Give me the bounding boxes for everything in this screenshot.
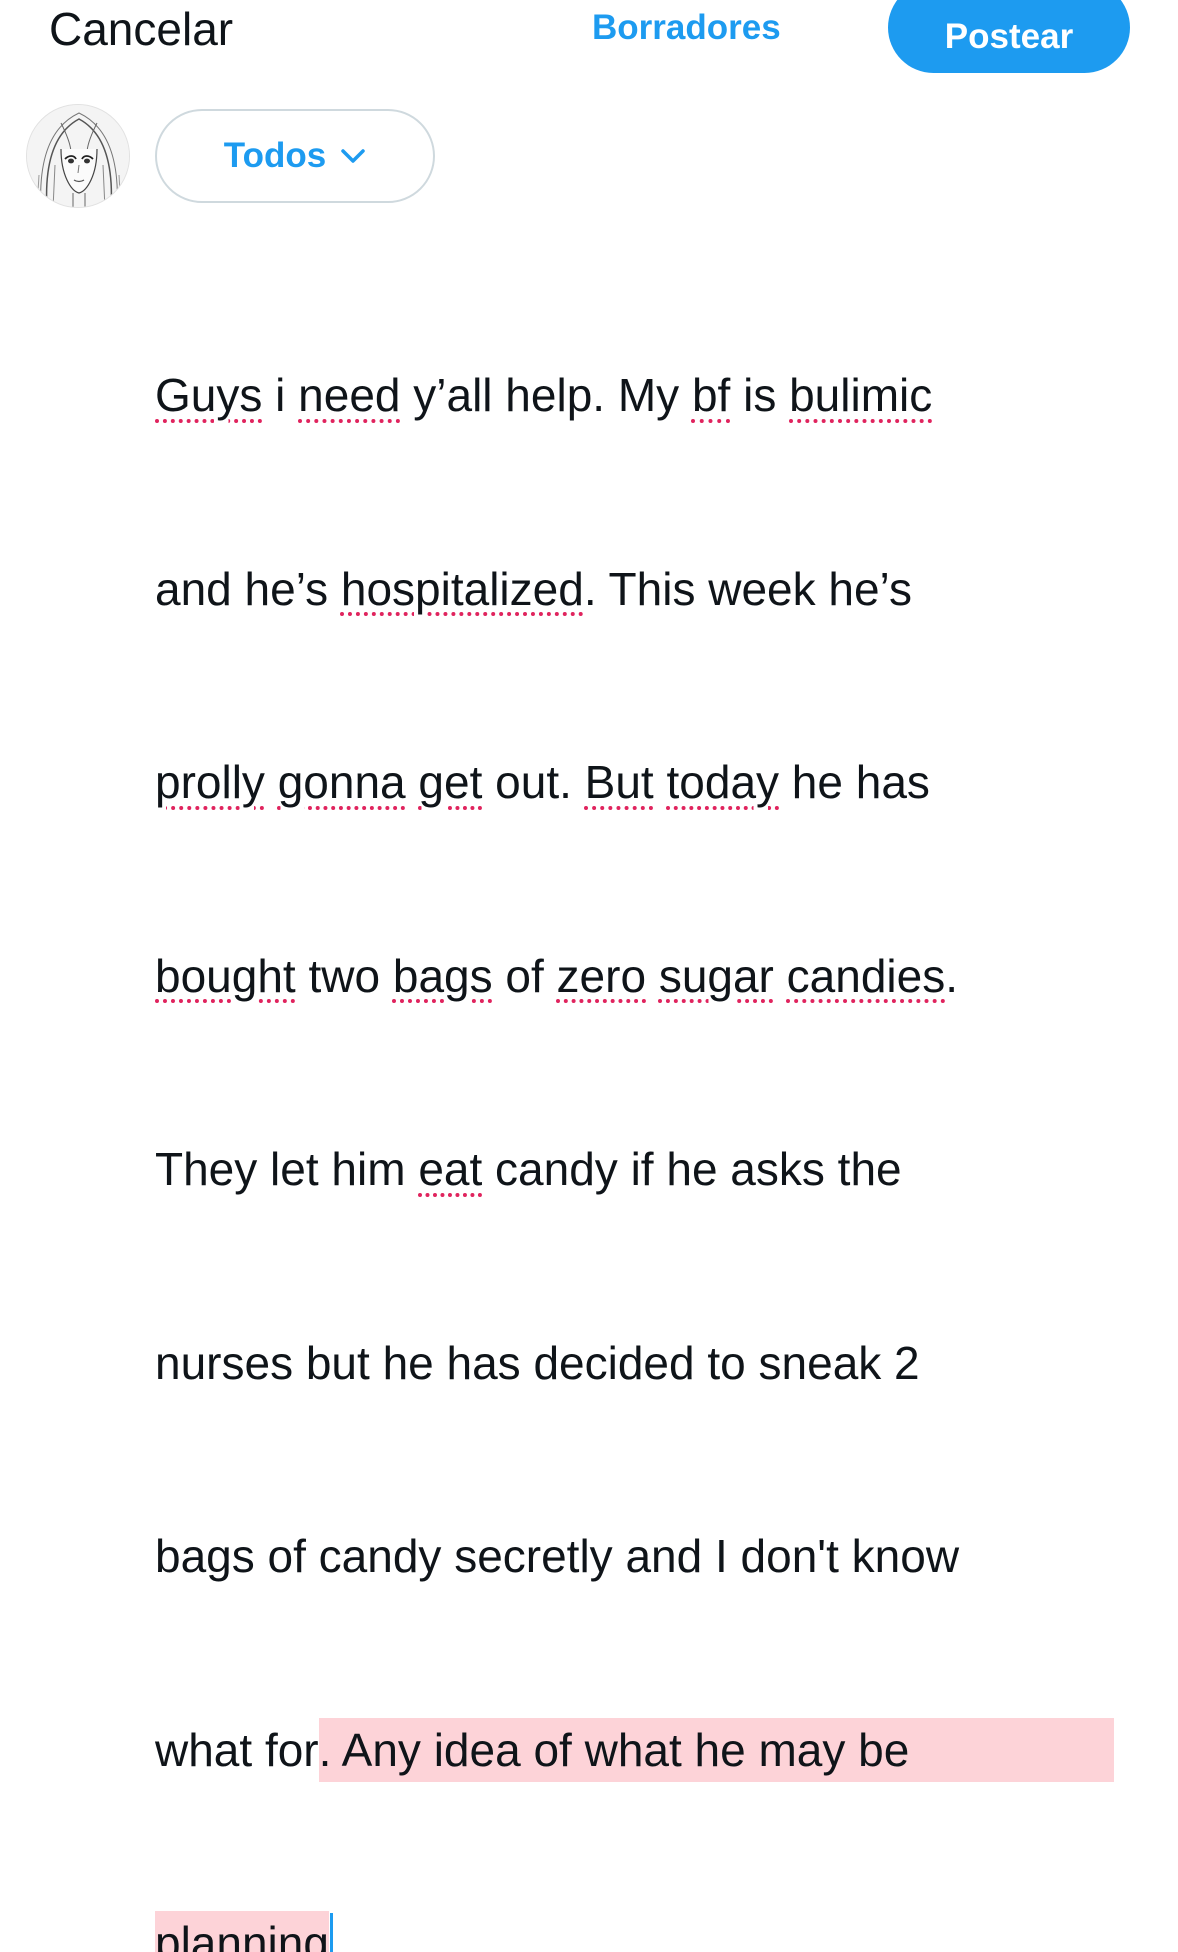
text-line: Guys i need y’all help. My bf is bulimic (155, 363, 1155, 428)
post-text-editor[interactable]: Guys i need y’all help. My bf is bulimic… (155, 234, 1155, 1952)
text-segment: candy if he asks the (482, 1143, 902, 1195)
misspelled-word[interactable]: get (418, 756, 482, 808)
text-segment: . This week he’s (583, 562, 912, 615)
audience-label: Todos (223, 136, 327, 175)
text-segment: is (730, 369, 790, 421)
text-line: prolly gonna get out. But today he has (155, 750, 1155, 815)
avatar[interactable] (26, 104, 130, 208)
misspelled-word[interactable]: eat (418, 1143, 482, 1195)
text-segment (265, 756, 278, 808)
misspelled-word[interactable]: But (585, 756, 654, 808)
text-segment (406, 756, 419, 808)
text-line: nurses but he has decided to sneak 2 (155, 1336, 920, 1389)
misspelled-word[interactable]: need (298, 369, 400, 421)
chevron-down-icon (341, 149, 365, 163)
text-line: planning (155, 1911, 1155, 1952)
over-limit-highlight: planning (155, 1911, 329, 1952)
text-caret (329, 1913, 333, 1952)
over-limit-highlight: . Any idea of what he may be (318, 1717, 1114, 1782)
misspelled-word[interactable]: Guys (155, 369, 262, 421)
audience-selector[interactable]: Todos (155, 109, 435, 203)
text-segment: They let him (155, 1143, 419, 1195)
text-segment: i (262, 369, 299, 421)
text-segment (654, 756, 667, 808)
text-segment: planning (155, 1917, 329, 1952)
text-segment: what for (155, 1723, 319, 1776)
post-button[interactable]: Postear (888, 0, 1130, 73)
misspelled-word[interactable]: today (667, 756, 780, 808)
post-button-label: Postear (944, 16, 1074, 56)
misspelled-word[interactable]: bulimic (789, 369, 932, 421)
misspelled-word[interactable]: hospitalized (341, 563, 584, 615)
avatar-image (27, 105, 129, 207)
text-segment: y’all help. My (400, 369, 692, 421)
text-segment: out. (482, 756, 585, 808)
drafts-button[interactable]: Borradores (592, 6, 781, 50)
text-segment: . Any idea of what he may be (318, 1723, 910, 1776)
text-line: They let him eat candy if he asks the (155, 1137, 1155, 1202)
misspelled-word[interactable]: gonna (278, 756, 406, 808)
misspelled-word[interactable]: bf (692, 369, 730, 421)
text-segment: he has (779, 756, 930, 808)
text-line: what for. Any idea of what he may be (155, 1717, 1153, 1782)
cancel-button[interactable]: Cancelar (49, 2, 233, 56)
text-segment: and he’s (155, 562, 341, 615)
misspelled-word[interactable]: prolly (155, 756, 265, 808)
text-line: and he’s hospitalized. This week he’s (155, 557, 1155, 622)
text-line: bags of candy secretly and I don't know (155, 1530, 960, 1582)
